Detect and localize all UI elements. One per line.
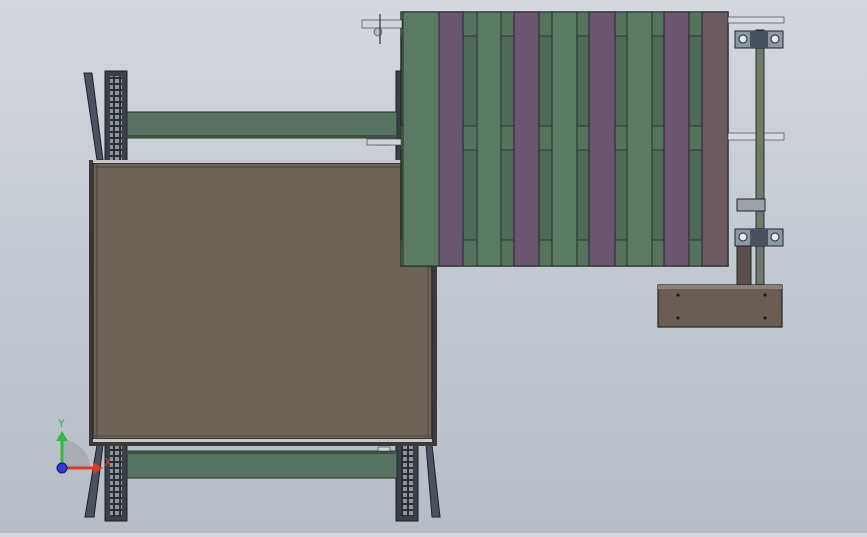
bottom-cross-beam-flange: [127, 451, 397, 454]
base-screw: [763, 316, 767, 320]
support-leg: [736, 245, 752, 287]
pallet[interactable]: [361, 11, 729, 267]
left-outer-guide-rail: [83, 72, 104, 161]
pallet-board: [513, 11, 540, 267]
x-axis-label: X: [104, 456, 112, 469]
pallet-board: [701, 11, 729, 267]
panel-light-edge: [93, 160, 432, 163]
pallet-board: [588, 11, 616, 267]
pallet-hinge-pin: [373, 27, 383, 37]
base-screw: [763, 293, 767, 297]
base-screw: [676, 316, 680, 320]
model-drawing[interactable]: Y X: [0, 0, 867, 533]
pallet-board: [402, 11, 440, 267]
left-conveyor[interactable]: [83, 70, 441, 522]
pallet-board: [663, 11, 690, 267]
motor-base-edge: [658, 285, 782, 289]
load-panel[interactable]: [92, 162, 433, 440]
right-outer-guide-rail-bottom: [425, 444, 441, 518]
coupler: [736, 198, 766, 212]
triad-quarter-disc: [62, 440, 90, 468]
bottom-cross-beam: [126, 450, 398, 479]
cad-viewport[interactable]: Y X: [0, 0, 867, 533]
pallet-board: [476, 11, 502, 267]
top-cross-beam: [126, 111, 398, 139]
base-screw: [676, 293, 680, 297]
mount-plate: [727, 16, 785, 24]
pallet-board: [438, 11, 464, 267]
z-axis-dot: [56, 462, 68, 474]
y-axis-label: Y: [57, 417, 65, 430]
drive-shaft: [755, 29, 765, 289]
panel-light-edge: [93, 439, 432, 442]
top-bearing: [734, 30, 784, 49]
left-outer-guide-rail-bottom: [84, 444, 104, 518]
pallet-board: [626, 11, 653, 267]
motor-base[interactable]: [657, 284, 783, 328]
pallet-clip: [366, 138, 402, 146]
pallet-board: [551, 11, 578, 267]
y-axis-arrow: [56, 431, 68, 441]
beam-bolt: [377, 446, 391, 452]
top-cross-beam-flange: [127, 135, 397, 138]
bottom-bearing: [734, 228, 784, 247]
pallet-hinge: [361, 19, 403, 29]
